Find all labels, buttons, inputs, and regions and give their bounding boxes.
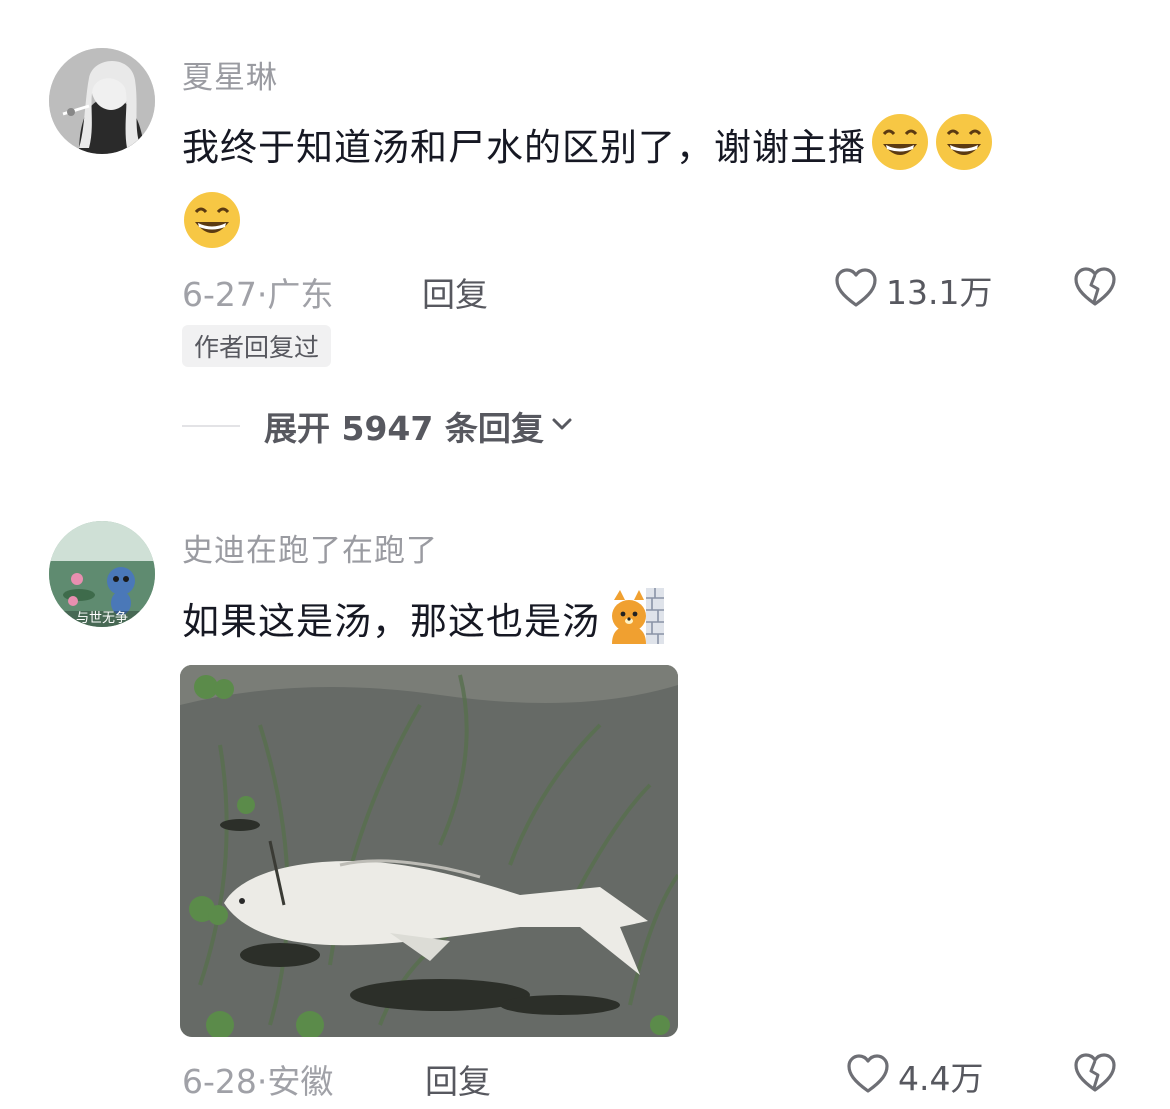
meta-dot: · [256,1062,268,1101]
comment-date: 6-28 [182,1062,257,1101]
like-button[interactable]: 13.1万 [834,266,992,314]
reply-button[interactable]: 回复 [425,1055,491,1103]
expand-replies-button[interactable]: 展开 5947 条回复 [182,402,574,450]
avatar[interactable]: 与世无争 [49,521,155,627]
like-button[interactable]: 4.4万 [846,1052,983,1100]
author-replied-badge: 作者回复过 [182,325,332,367]
grinning-face-icon [934,112,994,172]
chevron-down-icon [550,412,574,440]
comment-meta: 6-27·广东 [182,268,333,316]
cat-peeking-wall-icon [608,586,668,646]
divider [182,425,240,427]
comment-body: 如果这是汤，那这也是汤 [182,600,600,643]
meta-dot: · [256,275,268,314]
comment-date: 6-27 [182,275,257,314]
like-count: 4.4万 [898,1059,984,1098]
grinning-face-icon [870,112,930,172]
avatar[interactable] [49,48,155,154]
comment-username[interactable]: 史迪在跑了在跑了 [182,525,438,570]
comment-text: 如果这是汤，那这也是汤 [182,586,668,656]
comment-text: 我终于知道汤和尸水的区别了，谢谢主播 [182,112,1122,260]
avatar-caption: 与世无争 [76,611,128,626]
grinning-face-icon [182,190,242,250]
broken-heart-icon[interactable] [1073,1052,1117,1098]
broken-heart-icon[interactable] [1073,266,1117,312]
expand-replies-label: 展开 5947 条回复 [264,409,544,448]
comment-location: 安徽 [267,1062,334,1101]
comment-image[interactable] [180,665,678,1037]
comment-location: 广东 [267,275,334,314]
heart-icon [834,267,878,313]
comment-meta: 6-28·安徽 [182,1055,333,1103]
like-count: 13.1万 [886,273,993,312]
comment-username[interactable]: 夏星琳 [182,52,278,97]
comment-body: 我终于知道汤和尸水的区别了，谢谢主播 [182,126,866,169]
reply-button[interactable]: 回复 [422,268,488,316]
heart-icon [846,1053,890,1099]
